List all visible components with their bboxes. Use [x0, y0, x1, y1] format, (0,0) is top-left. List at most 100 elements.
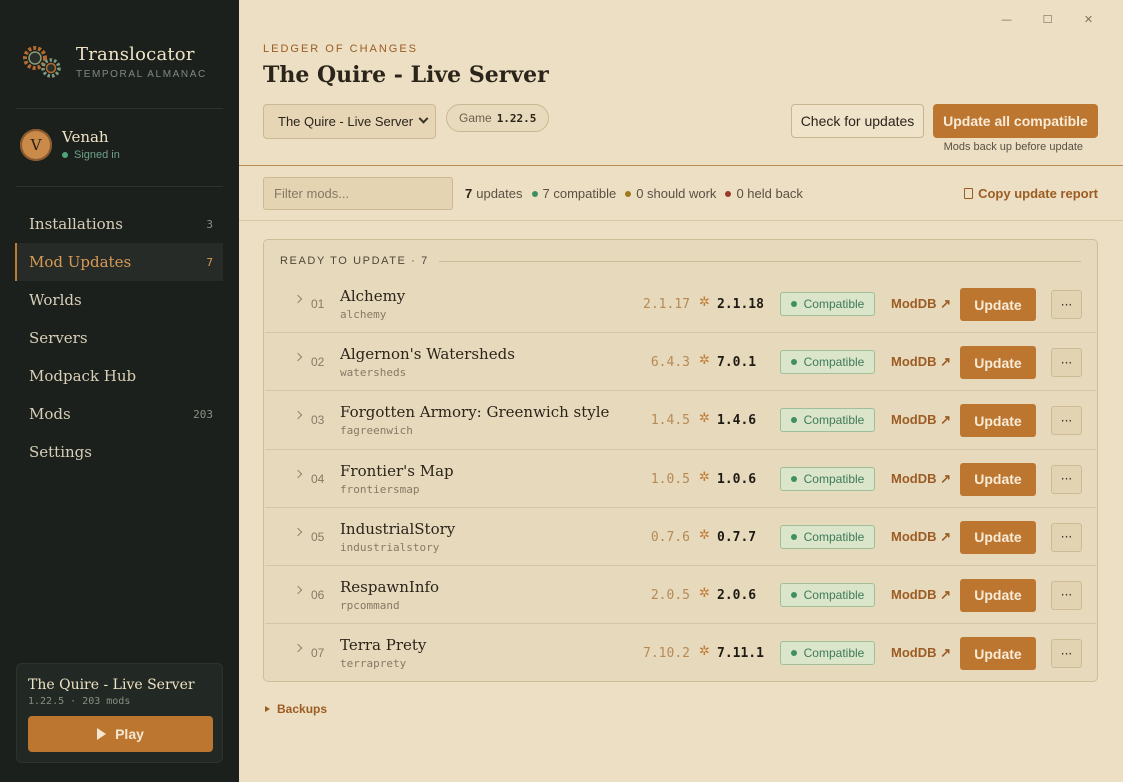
play-icon	[97, 728, 107, 740]
mod-name: Alchemy	[340, 287, 406, 305]
moddb-link[interactable]: ModDB ↗	[891, 471, 951, 487]
toolbar-divider	[239, 220, 1123, 221]
status-dot-icon	[790, 359, 797, 366]
online-dot-icon	[62, 152, 68, 158]
maximize-icon[interactable]: ☐	[1027, 10, 1068, 28]
minimize-icon[interactable]: —	[986, 10, 1027, 28]
compatible-badge: Compatible	[780, 350, 875, 375]
moddb-link[interactable]: ModDB ↗	[891, 529, 951, 545]
current-version: 6.4.3	[650, 355, 690, 371]
mod-name: Forgotten Armory: Greenwich style	[340, 403, 610, 422]
more-options-button[interactable]: ···	[1051, 522, 1082, 552]
more-options-button[interactable]: ···	[1051, 464, 1082, 494]
moddb-link[interactable]: ModDB ↗	[891, 354, 951, 370]
new-version: 2.1.18	[717, 297, 764, 312]
update-button[interactable]: Update	[960, 520, 1036, 554]
mod-id: rpcommand	[340, 598, 400, 612]
update-all-button[interactable]: Update all compatible	[933, 104, 1098, 138]
gear-arrow-icon: ✲	[699, 353, 710, 369]
backups-toggle[interactable]: Backups	[265, 702, 327, 716]
more-options-button[interactable]: ···	[1051, 348, 1082, 378]
moddb-link[interactable]: ModDB ↗	[891, 296, 951, 312]
sidebar-nav: Installations 3 Mod Updates 7 Worlds Ser…	[15, 205, 223, 471]
game-version: 1.22.5	[496, 111, 537, 125]
mod-id: industrialstory	[340, 540, 440, 554]
sidebar-item-label: Servers	[29, 329, 88, 347]
mod-name: IndustrialStory	[340, 519, 456, 538]
caret-right-icon	[265, 706, 270, 712]
current-version: 1.0.5	[650, 471, 690, 487]
sidebar-item-servers[interactable]: Servers	[15, 319, 223, 357]
compatible-badge-label: Compatible	[803, 297, 865, 311]
gear-arrow-icon: ✲	[699, 585, 710, 601]
user-profile[interactable]: V Venah Signed in	[20, 128, 120, 161]
compatible-badge-label: Compatible	[803, 471, 865, 486]
mod-update-row: 04 Frontier's Map frontiersmap 1.0.5 ✲ 1…	[265, 448, 1096, 507]
sidebar-item-settings[interactable]: Settings	[15, 433, 223, 471]
moddb-link[interactable]: ModDB ↗	[891, 587, 951, 603]
held-back-count: 0 held back	[736, 186, 803, 201]
sidebar-item-count: 203	[193, 407, 213, 421]
more-options-button[interactable]: ···	[1051, 406, 1082, 436]
user-name: Venah	[62, 128, 109, 146]
copy-report-label: Copy update report	[978, 186, 1098, 201]
gear-arrow-icon: ✲	[699, 527, 710, 543]
sidebar-item-installations[interactable]: Installations 3	[15, 205, 223, 243]
sidebar-item-label: Installations	[29, 215, 124, 233]
new-version: 2.0.6	[717, 587, 757, 603]
brand-subtitle: TEMPORAL ALMANAC	[76, 69, 207, 80]
update-button[interactable]: Update	[960, 637, 1036, 671]
compatible-badge-label: Compatible	[803, 355, 865, 370]
sidebar: Translocator TEMPORAL ALMANAC V Venah Si…	[0, 0, 239, 782]
sidebar-item-mods[interactable]: Mods 203	[15, 395, 223, 433]
expand-chevron-icon[interactable]	[293, 469, 303, 478]
page-title: The Quire - Live Server	[263, 62, 549, 88]
mod-update-row: 07 Terra Prety terraprety 7.10.2 ✲ 7.11.…	[265, 623, 1096, 681]
play-label: Play	[115, 726, 144, 742]
avatar: V	[20, 128, 52, 161]
expand-chevron-icon[interactable]	[293, 643, 303, 653]
current-version: 0.7.6	[650, 529, 690, 545]
status-dot-icon	[790, 417, 797, 424]
expand-chevron-icon[interactable]	[293, 352, 303, 362]
mod-update-row: 05 IndustrialStory industrialstory 0.7.6…	[265, 506, 1096, 565]
more-options-button[interactable]: ···	[1051, 580, 1082, 610]
expand-chevron-icon[interactable]	[293, 585, 303, 595]
current-version: 1.4.5	[650, 413, 690, 429]
sidebar-item-worlds[interactable]: Worlds	[15, 281, 223, 319]
close-icon[interactable]: ✕	[1068, 10, 1109, 28]
sidebar-item-label: Modpack Hub	[29, 367, 137, 385]
sidebar-item-label: Mod Updates	[29, 253, 132, 271]
compatible-badge: Compatible	[780, 408, 875, 433]
mod-name: Frontier's Map	[340, 461, 454, 480]
main-content: — ☐ ✕ LEDGER OF CHANGES The Quire - Live…	[239, 0, 1123, 782]
user-status: Signed in	[62, 149, 120, 161]
update-button[interactable]: Update	[960, 346, 1036, 380]
should-work-count: 0 should work	[636, 186, 717, 201]
compatible-badge: Compatible	[780, 641, 875, 666]
update-button[interactable]: Update	[960, 462, 1036, 496]
new-version: 7.0.1	[717, 355, 757, 371]
filter-input[interactable]	[263, 177, 453, 210]
update-button[interactable]: Update	[960, 578, 1036, 612]
more-options-button[interactable]: ···	[1051, 639, 1082, 669]
expand-chevron-icon[interactable]	[293, 411, 303, 420]
installation-select[interactable]: The Quire - Live Server	[263, 104, 436, 139]
moddb-link[interactable]: ModDB ↗	[891, 645, 951, 661]
compatible-badge: Compatible	[780, 292, 875, 316]
expand-chevron-icon[interactable]	[293, 527, 303, 536]
check-updates-button[interactable]: Check for updates	[791, 104, 924, 138]
update-button[interactable]: Update	[960, 288, 1036, 321]
mod-id: terraprety	[340, 657, 407, 671]
more-options-button[interactable]: ···	[1051, 290, 1082, 319]
update-button[interactable]: Update	[960, 404, 1036, 438]
expand-chevron-icon[interactable]	[293, 294, 303, 304]
backups-label: Backups	[277, 702, 328, 716]
sidebar-item-modpack-hub[interactable]: Modpack Hub	[15, 357, 223, 395]
row-index: 01	[311, 297, 325, 311]
copy-report-link[interactable]: Copy update report	[964, 186, 1098, 201]
play-button[interactable]: Play	[28, 716, 213, 752]
sidebar-item-mod-updates[interactable]: Mod Updates 7	[15, 243, 223, 281]
gear-arrow-icon: ✲	[699, 644, 710, 660]
moddb-link[interactable]: ModDB ↗	[891, 412, 951, 428]
